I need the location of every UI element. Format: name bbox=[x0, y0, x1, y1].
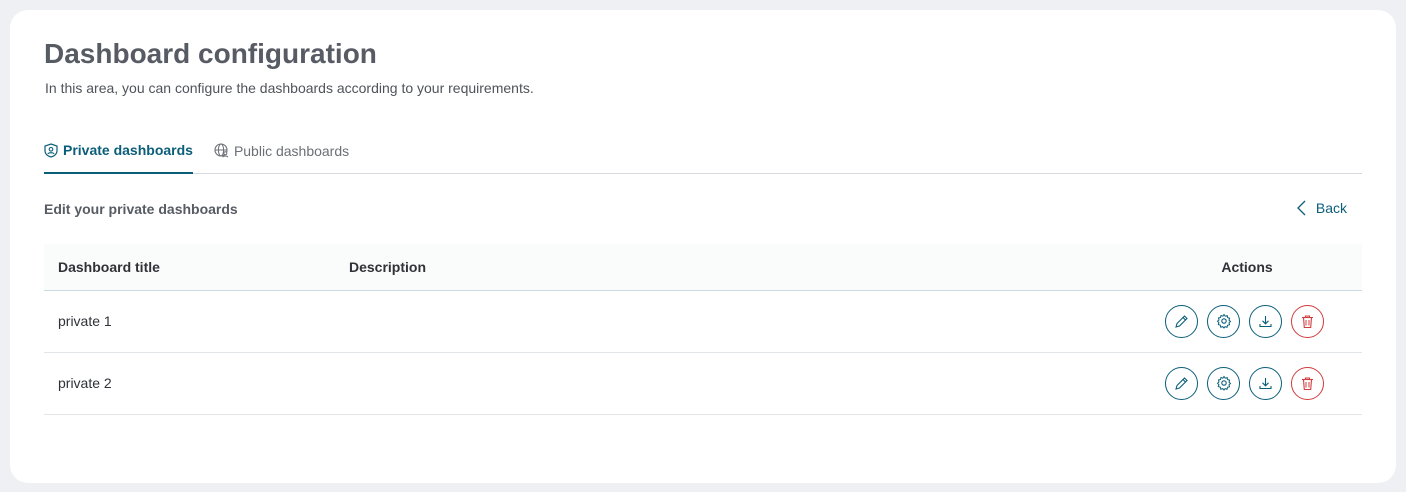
table-row: private 1 bbox=[44, 290, 1362, 352]
delete-button[interactable] bbox=[1291, 304, 1324, 338]
config-card: Dashboard configuration In this area, yo… bbox=[10, 10, 1396, 483]
chevron-left-icon bbox=[1296, 200, 1306, 216]
download-icon bbox=[1259, 315, 1272, 327]
dashboard-title-cell: private 1 bbox=[58, 313, 112, 329]
tab-bar: Private dashboards Public dashboards bbox=[44, 136, 1362, 174]
edit-button[interactable] bbox=[1165, 304, 1199, 338]
settings-button[interactable] bbox=[1207, 304, 1241, 338]
tab-private-dashboards[interactable]: Private dashboards bbox=[44, 136, 193, 174]
trash-icon bbox=[1302, 314, 1313, 328]
actions-cell bbox=[1132, 352, 1362, 414]
back-label: Back bbox=[1315, 200, 1347, 216]
dashboard-description-cell bbox=[335, 352, 1132, 414]
download-button[interactable] bbox=[1249, 366, 1283, 400]
shield-user-icon bbox=[44, 142, 58, 158]
column-header-description: Description bbox=[349, 258, 427, 275]
gear-icon bbox=[1216, 375, 1231, 391]
table-header-row: Dashboard title Description Actions bbox=[44, 244, 1362, 290]
dashboard-title-cell: private 2 bbox=[58, 375, 112, 391]
settings-button[interactable] bbox=[1207, 366, 1241, 400]
delete-button[interactable] bbox=[1291, 366, 1324, 400]
page-subtitle: In this area, you can configure the dash… bbox=[45, 80, 534, 96]
page-title: Dashboard configuration bbox=[44, 38, 377, 69]
table-row: private 2 bbox=[44, 352, 1362, 414]
dashboard-description-cell bbox=[335, 290, 1132, 352]
tab-private-label: Private dashboards bbox=[63, 142, 193, 158]
globe-user-icon bbox=[214, 143, 229, 158]
pencil-icon bbox=[1175, 314, 1189, 328]
actions-cell bbox=[1132, 290, 1362, 352]
download-icon bbox=[1259, 377, 1272, 389]
back-button[interactable]: Back bbox=[1296, 200, 1347, 216]
edit-button[interactable] bbox=[1165, 366, 1199, 400]
section-title: Edit your private dashboards bbox=[44, 201, 238, 217]
tab-public-label: Public dashboards bbox=[233, 142, 350, 159]
column-header-title: Dashboard title bbox=[58, 258, 160, 275]
gear-icon bbox=[1216, 313, 1231, 329]
download-button[interactable] bbox=[1249, 304, 1283, 338]
tab-public-dashboards[interactable]: Public dashboards bbox=[214, 136, 349, 173]
column-header-actions: Actions bbox=[1221, 258, 1273, 275]
trash-icon bbox=[1302, 376, 1313, 390]
pencil-icon bbox=[1175, 376, 1189, 390]
dashboards-table: Dashboard title Description Actions priv… bbox=[44, 244, 1362, 415]
